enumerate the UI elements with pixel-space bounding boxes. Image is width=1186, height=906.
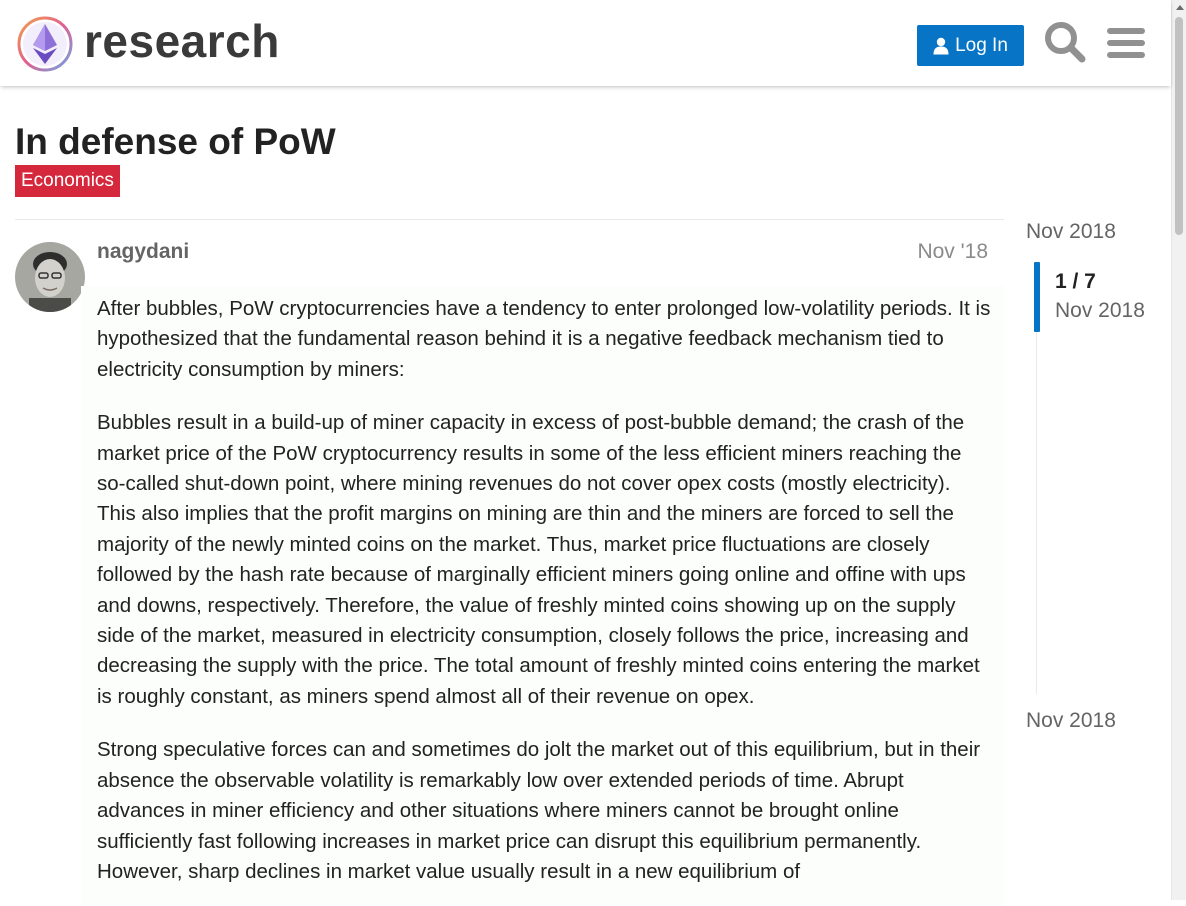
page-scrollbar[interactable]: [1171, 0, 1186, 900]
user-icon: [933, 37, 949, 54]
ethereum-logo-icon[interactable]: [16, 15, 74, 73]
scroll-thumb[interactable]: [1175, 17, 1183, 235]
post-paragraph: Strong speculative forces can and someti…: [97, 738, 981, 883]
site-header: research Log In: [0, 0, 1171, 86]
timeline-end-date[interactable]: Nov 2018: [1026, 709, 1116, 733]
post-paragraph: After bubbles, PoW cryptocurrencies have…: [97, 297, 991, 381]
scroll-up-arrow-icon[interactable]: [1176, 5, 1184, 10]
topic-title[interactable]: In defense of PoW: [15, 120, 336, 164]
post-author[interactable]: nagydani: [97, 240, 189, 264]
category-badge[interactable]: Economics: [15, 165, 120, 197]
timeline-handle-date: Nov 2018: [1055, 299, 1145, 322]
timeline-handle[interactable]: [1034, 262, 1040, 332]
post-date[interactable]: Nov '18: [917, 240, 988, 264]
timeline-start-date[interactable]: Nov 2018: [1026, 220, 1116, 244]
post-paragraph: Bubbles result in a build-up of miner ca…: [97, 411, 980, 708]
avatar-image: [15, 242, 85, 312]
hamburger-menu-icon[interactable]: [1107, 26, 1145, 60]
login-label: Log In: [955, 34, 1008, 56]
login-button[interactable]: Log In: [917, 25, 1024, 66]
timeline-post-counter: 1 / 7: [1055, 270, 1096, 293]
divider: [15, 219, 1004, 220]
search-icon[interactable]: [1044, 21, 1086, 63]
post-body: After bubbles, PoW cryptocurrencies have…: [81, 286, 1004, 906]
site-name[interactable]: research: [84, 14, 280, 68]
avatar[interactable]: [15, 242, 85, 312]
